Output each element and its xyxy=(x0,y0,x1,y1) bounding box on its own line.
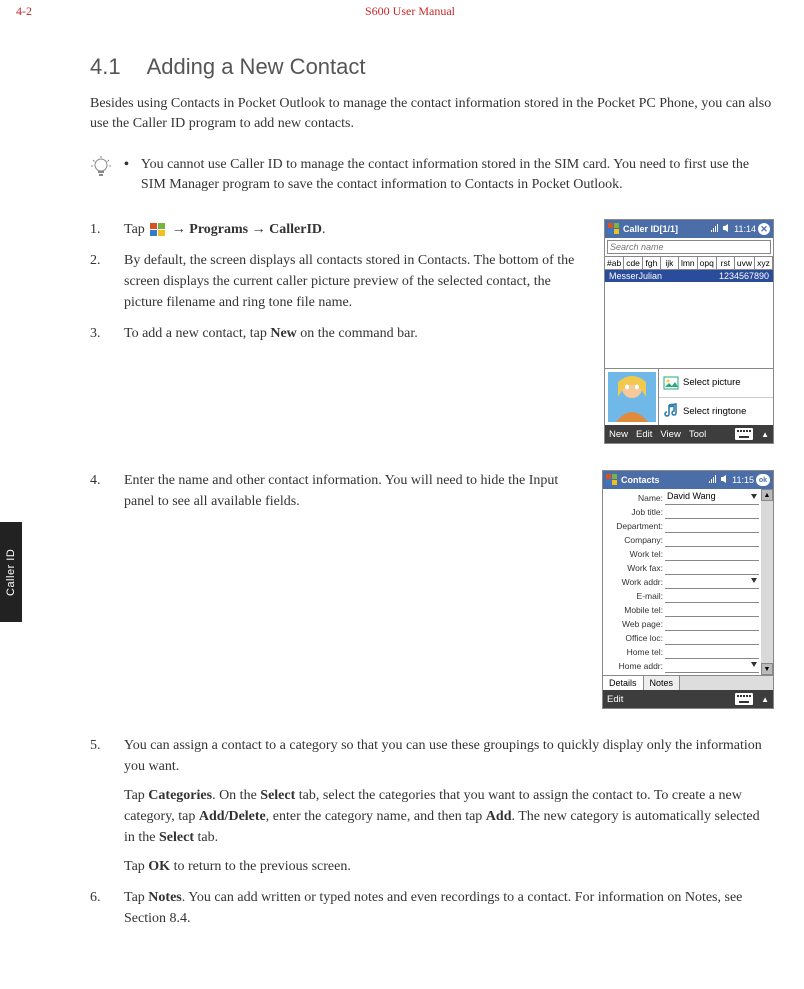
form-fields: David Wang xyxy=(665,489,761,675)
step-2: By default, the screen displays all cont… xyxy=(90,250,584,313)
mobile-tel-field[interactable] xyxy=(665,603,759,617)
home-addr-field[interactable] xyxy=(665,659,759,673)
dropdown-icon[interactable] xyxy=(751,578,757,583)
picture-icon xyxy=(663,375,679,391)
scroll-up-button[interactable]: ▲ xyxy=(761,489,773,501)
clock-time: 11:14 xyxy=(734,224,756,234)
step-3: To add a new contact, tap New on the com… xyxy=(90,323,584,344)
note-bullet: • xyxy=(124,157,129,173)
web-page-field[interactable] xyxy=(665,617,759,631)
manual-title: S600 User Manual xyxy=(32,4,788,19)
cmd-new[interactable]: New xyxy=(609,429,628,440)
tab-details[interactable]: Details xyxy=(603,676,644,690)
step-4: Enter the name and other contact informa… xyxy=(90,470,582,512)
titlebar: Caller ID[1/1] 11:14 ✕ xyxy=(605,220,773,238)
scrollbar[interactable]: ▲ ▼ xyxy=(761,489,773,675)
scroll-down-button[interactable]: ▼ xyxy=(761,663,773,675)
note-block: • You cannot use Caller ID to manage the… xyxy=(90,155,774,196)
screenshot-contacts-form: Contacts 11:15 ok Name:Job title:Departm… xyxy=(602,470,774,709)
office-loc-field[interactable] xyxy=(665,631,759,645)
cmd-tool[interactable]: Tool xyxy=(689,429,706,440)
note-text: You cannot use Caller ID to manage the c… xyxy=(141,155,774,196)
command-bar: New Edit View Tool ▲ xyxy=(605,425,773,443)
cmd-edit[interactable]: Edit xyxy=(607,694,623,705)
home-tel-field[interactable] xyxy=(665,645,759,659)
select-ringtone-button[interactable]: Select ringtone xyxy=(659,398,773,426)
form-labels: Name:Job title:Department:Company:Work t… xyxy=(603,489,665,675)
signal-icon xyxy=(710,223,720,235)
page-header: 4-2 S600 User Manual xyxy=(0,0,804,24)
section-heading: 4.1 Adding a New Contact xyxy=(90,54,774,80)
dropdown-icon[interactable] xyxy=(751,662,757,667)
screenshot-caller-id: Caller ID[1/1] 11:14 ✕ #abcdefghijklmnop… xyxy=(604,219,774,444)
search-input[interactable] xyxy=(607,240,771,254)
job-title-field[interactable] xyxy=(665,505,759,519)
work-fax-field[interactable] xyxy=(665,561,759,575)
form-tabs: Details Notes xyxy=(603,675,773,690)
window-title: Contacts xyxy=(621,475,705,485)
step-6: Tap Notes. You can add written or typed … xyxy=(90,887,774,929)
keyboard-icon[interactable] xyxy=(735,693,753,705)
ringtone-icon xyxy=(663,403,679,419)
contact-name: MesserJulian xyxy=(609,271,662,281)
clock-time: 11:15 xyxy=(732,475,754,485)
company-field[interactable] xyxy=(665,533,759,547)
windows-start-icon xyxy=(150,223,166,237)
cmd-view[interactable]: View xyxy=(660,429,680,440)
up-caret-icon[interactable]: ▲ xyxy=(761,430,769,439)
cmd-edit[interactable]: Edit xyxy=(636,429,652,440)
name-field[interactable]: David Wang xyxy=(665,491,759,505)
close-icon[interactable]: ✕ xyxy=(758,223,770,235)
step-1: Tap → Programs → CallerID. xyxy=(90,219,584,240)
contact-row-selected[interactable]: MesserJulian 1234567890 xyxy=(605,270,773,282)
tab-notes[interactable]: Notes xyxy=(644,676,681,690)
page-number: 4-2 xyxy=(16,4,32,19)
section-number: 4.1 xyxy=(90,54,121,79)
start-flag-icon[interactable] xyxy=(608,223,620,235)
step-5: You can assign a contact to a category s… xyxy=(90,735,774,877)
work-addr-field[interactable] xyxy=(665,575,759,589)
keyboard-icon[interactable] xyxy=(735,428,753,440)
lightbulb-icon xyxy=(90,155,112,186)
select-picture-button[interactable]: Select picture xyxy=(659,369,773,398)
titlebar: Contacts 11:15 ok xyxy=(603,471,773,489)
intro-paragraph: Besides using Contacts in Pocket Outlook… xyxy=(90,94,774,135)
side-tab-caller-id: Caller ID xyxy=(0,522,22,622)
alpha-tabs[interactable]: #abcdefghijklmnopqrstuvwxyz xyxy=(605,257,773,270)
email-field[interactable] xyxy=(665,589,759,603)
dropdown-icon[interactable] xyxy=(751,494,757,499)
contact-list-empty xyxy=(605,282,773,368)
speaker-icon xyxy=(722,223,732,235)
command-bar: Edit ▲ xyxy=(603,690,773,708)
section-title: Adding a New Contact xyxy=(147,54,366,79)
signal-icon xyxy=(708,474,718,486)
speaker-icon xyxy=(720,474,730,486)
window-title: Caller ID[1/1] xyxy=(623,224,707,234)
work-tel-field[interactable] xyxy=(665,547,759,561)
contact-number: 1234567890 xyxy=(719,271,769,281)
avatar-preview xyxy=(605,369,659,425)
up-caret-icon[interactable]: ▲ xyxy=(761,695,769,704)
ok-button[interactable]: ok xyxy=(756,474,770,486)
start-flag-icon[interactable] xyxy=(606,474,618,486)
department-field[interactable] xyxy=(665,519,759,533)
